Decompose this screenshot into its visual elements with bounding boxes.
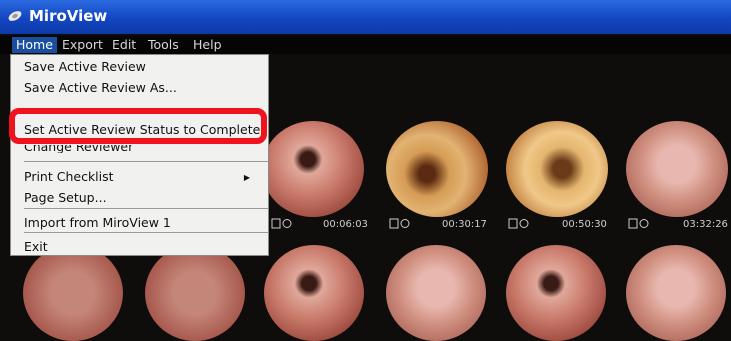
menu-item-change-reviewer[interactable]: Change Reviewer: [24, 145, 133, 153]
window-title: MiroView: [29, 7, 108, 25]
submenu-arrow-icon: ▶: [243, 173, 250, 182]
app-icon: [8, 11, 22, 21]
thumbnail-3[interactable]: [506, 121, 608, 217]
menu-edit[interactable]: Edit: [108, 37, 140, 53]
thumbnail-4[interactable]: [626, 121, 728, 217]
thumbnail-10[interactable]: [626, 245, 726, 341]
timestamp-4: 03:32:26: [683, 219, 728, 230]
timestamp-2: 00:30:17: [442, 219, 487, 230]
menu-help[interactable]: Help: [189, 37, 226, 53]
menu-item-save-active-review[interactable]: Save Active Review: [24, 59, 146, 74]
thumbnail-2[interactable]: [386, 121, 488, 217]
thumbnail-1[interactable]: [262, 121, 364, 217]
menu-item-import-miroview-1[interactable]: Import from MiroView 1: [24, 215, 171, 230]
menu-separator: [24, 232, 269, 233]
menu-item-print-checklist[interactable]: Print Checklist ▶: [24, 169, 256, 184]
thumbnail-5[interactable]: [23, 245, 123, 341]
title-bar: MiroView: [0, 0, 731, 34]
menu-export[interactable]: Export: [58, 37, 107, 53]
timestamp-1: 00:06:03: [323, 219, 368, 230]
menu-separator: [24, 208, 269, 209]
menu-bar: Home Export Edit Tools Help: [0, 36, 731, 54]
menu-item-obscured[interactable]: [24, 98, 224, 106]
thumbnail-9[interactable]: [506, 245, 606, 341]
checkbox-comment-icon[interactable]: [271, 218, 293, 230]
thumbnail-7[interactable]: [264, 245, 364, 341]
home-menu-dropdown: Save Active Review Save Active Review As…: [10, 54, 269, 256]
checkbox-comment-icon[interactable]: [508, 218, 530, 230]
menu-item-exit[interactable]: Exit: [24, 239, 48, 254]
checkbox-comment-icon[interactable]: [389, 218, 411, 230]
menu-tools[interactable]: Tools: [144, 37, 183, 53]
menu-separator: [24, 161, 269, 162]
checkbox-comment-icon[interactable]: [628, 218, 650, 230]
timestamp-3: 00:50:30: [562, 219, 607, 230]
thumbnail-6[interactable]: [145, 245, 245, 341]
menu-item-page-setup[interactable]: Page Setup...: [24, 190, 107, 205]
menu-home[interactable]: Home: [12, 37, 57, 53]
thumbnail-8[interactable]: [386, 245, 486, 341]
red-highlight-annotation: [9, 108, 267, 144]
menu-item-save-active-review-as[interactable]: Save Active Review As...: [24, 80, 177, 95]
